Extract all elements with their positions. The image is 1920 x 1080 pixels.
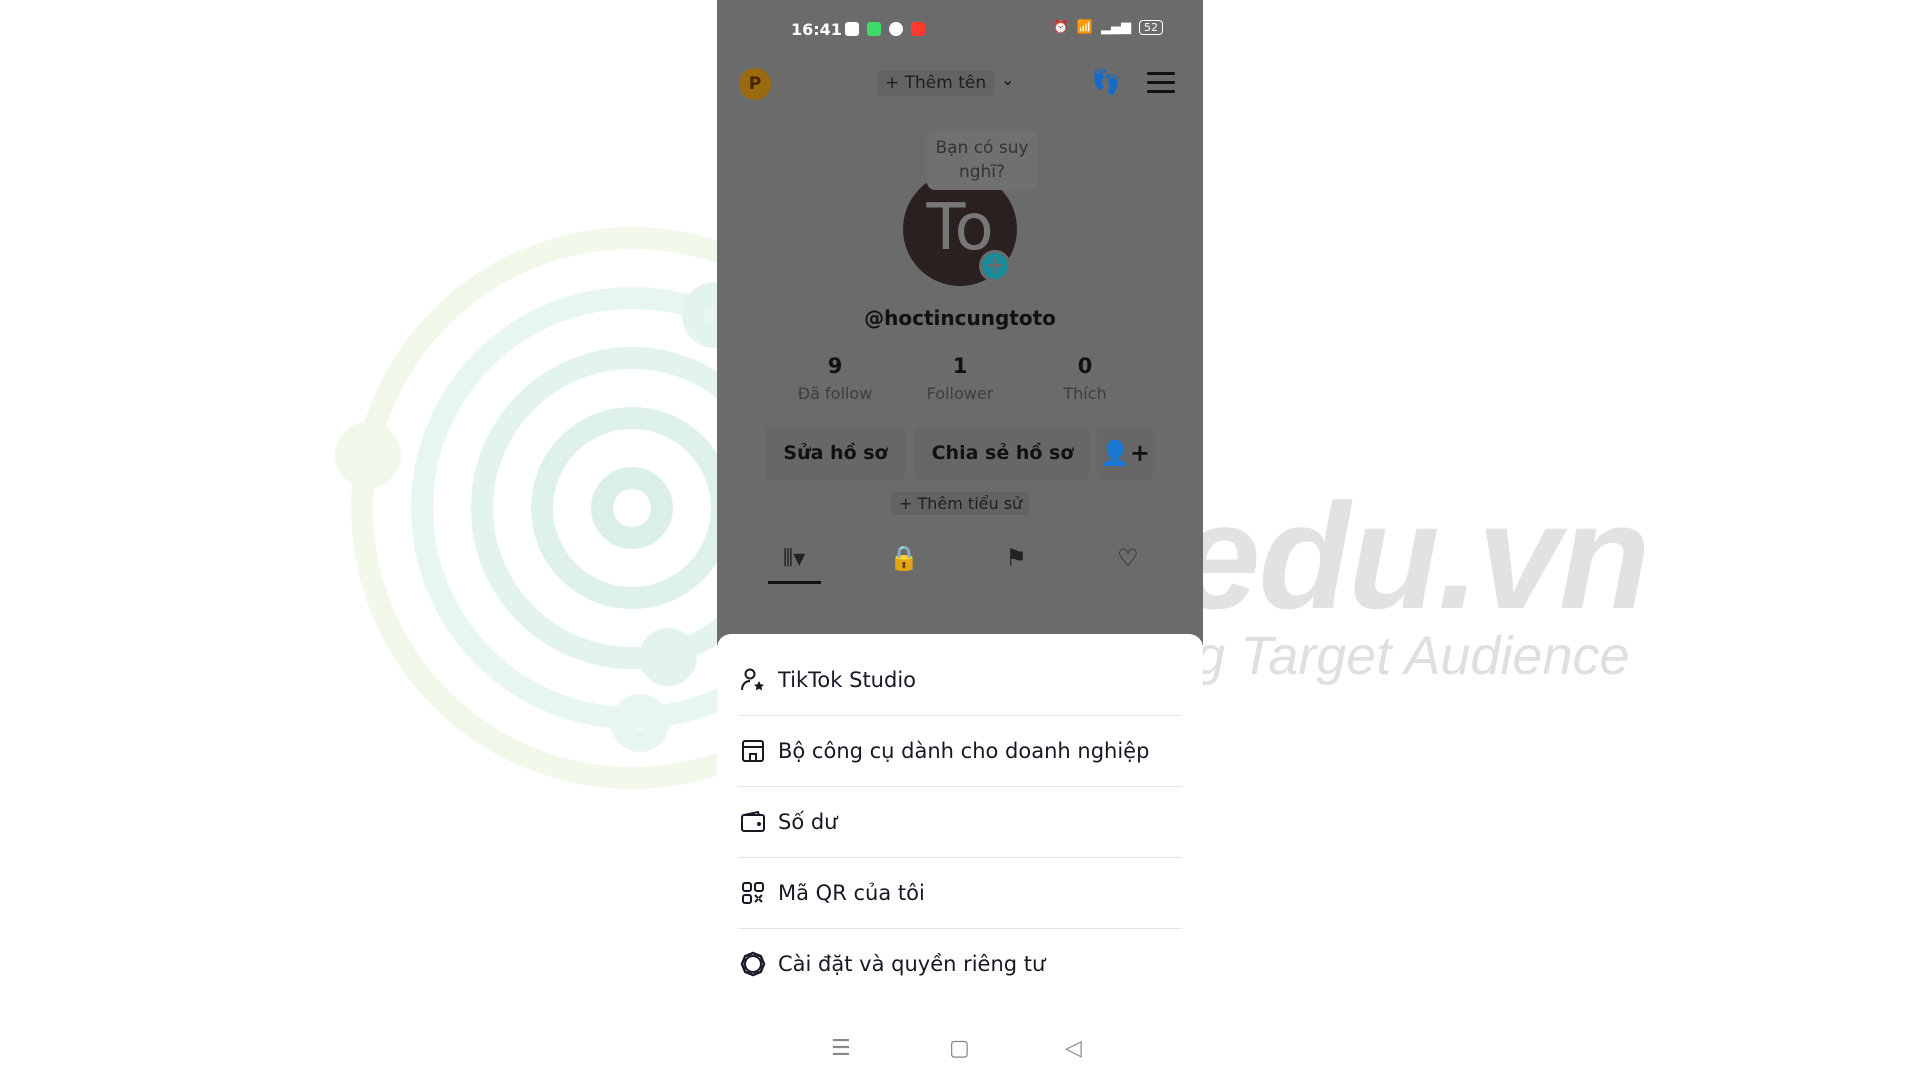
private-lock-tab-icon[interactable]: 🔒 [884, 544, 924, 572]
recent-apps-nav-icon[interactable]: ☰ [831, 1036, 851, 1061]
reposts-tab-icon[interactable]: ⚑ [996, 544, 1036, 572]
menu-item-label: Bộ công cụ dành cho doanh nghiệp [778, 739, 1150, 763]
battery-icon: 52 [1139, 20, 1163, 35]
menu-item-label: Mã QR của tôi [778, 881, 925, 905]
add-name-button[interactable]: + Thêm tên [877, 70, 995, 96]
stat-followers[interactable]: 1 Follower [900, 354, 1020, 403]
share-profile-button[interactable]: Chia sẻ hồ sơ [915, 426, 1090, 480]
status-time: 16:41 [791, 20, 842, 39]
notification-icons [845, 22, 925, 36]
wifi-icon: 📶 [1076, 20, 1093, 35]
store-icon [738, 738, 768, 764]
menu-item-label: TikTok Studio [778, 668, 917, 692]
creator-star-icon [738, 667, 768, 693]
phone-screen: 16:41 ⏰ 📶 ▂▄▆ 52 P + Thêm tên ⌄ 👣 To + B… [717, 0, 1203, 1080]
settings-icon [738, 951, 768, 977]
menu-item-tiktok-studio[interactable]: TikTok Studio [738, 645, 1182, 715]
menu-item-settings-privacy[interactable]: Cài đặt và quyền riêng tư [738, 929, 1182, 999]
menu-item-label: Cài đặt và quyền riêng tư [778, 952, 1046, 976]
messages-icon [867, 22, 881, 36]
home-nav-icon[interactable]: ▢ [949, 1036, 970, 1061]
thought-bubble[interactable]: Bạn có suy nghĩ? [927, 130, 1037, 190]
menu-item-label: Số dư [778, 810, 838, 834]
shopee-icon [845, 22, 859, 36]
tiktok-icon [889, 22, 903, 36]
chevron-down-icon[interactable]: ⌄ [1001, 70, 1014, 89]
add-bio-button[interactable]: + Thêm tiểu sử [891, 492, 1031, 515]
stat-label: Đã follow [797, 384, 873, 403]
stat-value: 9 [827, 354, 843, 378]
footprints-icon[interactable]: 👣 [1091, 68, 1121, 96]
menu-item-balance[interactable]: Số dư [738, 787, 1182, 857]
add-avatar-icon[interactable]: + [979, 250, 1011, 282]
stat-label: Thích [1063, 384, 1107, 403]
menu-item-qr-code[interactable]: Mã QR của tôi [738, 858, 1182, 928]
menu-item-business-tools[interactable]: Bộ công cụ dành cho doanh nghiệp [738, 716, 1182, 786]
stat-value: 0 [1077, 354, 1093, 378]
stat-label: Follower [926, 384, 994, 403]
dimmed-profile-page[interactable]: 16:41 ⏰ 📶 ▂▄▆ 52 P + Thêm tên ⌄ 👣 To + B… [717, 0, 1203, 660]
alarm-icon: ⏰ [1052, 20, 1069, 35]
app-icon [911, 22, 925, 36]
stat-value: 1 [952, 354, 968, 378]
liked-tab-icon[interactable]: ♡ [1108, 544, 1148, 572]
active-tab-indicator [768, 581, 821, 584]
username: @hoctincungtoto [864, 306, 1056, 330]
system-status: ⏰ 📶 ▂▄▆ 52 [1053, 20, 1163, 35]
back-nav-icon[interactable]: ◁ [1065, 1036, 1082, 1061]
stat-likes[interactable]: 0 Thích [1025, 354, 1145, 403]
points-badge[interactable]: P [739, 68, 771, 100]
menu-sheet: TikTok Studio Bộ công cụ dành cho doanh … [717, 634, 1203, 1080]
edit-profile-button[interactable]: Sửa hồ sơ [765, 426, 906, 480]
hamburger-menu-icon[interactable] [1147, 72, 1175, 99]
signal-icon: ▂▄▆ [1101, 20, 1131, 35]
add-friend-icon[interactable]: 👤+ [1097, 426, 1153, 480]
wallet-icon [738, 809, 768, 835]
qr-code-icon [738, 880, 768, 906]
stat-following[interactable]: 9 Đã follow [775, 354, 895, 403]
videos-grid-tab-icon[interactable]: ⦀▾ [774, 544, 814, 572]
